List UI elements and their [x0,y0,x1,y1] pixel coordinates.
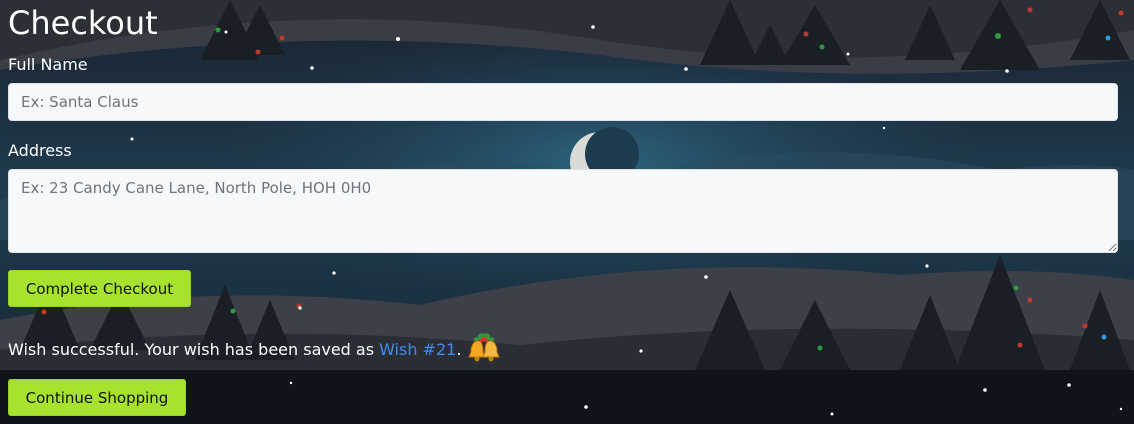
wish-link[interactable]: Wish #21 [379,340,456,360]
full-name-label: Full Name [8,55,88,74]
continue-shopping-button[interactable]: Continue Shopping [8,379,186,416]
complete-checkout-button[interactable]: Complete Checkout [8,270,191,307]
wish-success-message: Wish successful. Your wish has been save… [8,333,501,364]
bells-icon [468,333,501,362]
page-title: Checkout [8,4,158,42]
full-name-input[interactable] [8,83,1118,121]
wish-message-text: Wish successful. Your wish has been save… [8,340,375,359]
address-label: Address [8,141,72,160]
wish-message-period: . [456,340,462,359]
address-textarea[interactable] [8,169,1118,253]
